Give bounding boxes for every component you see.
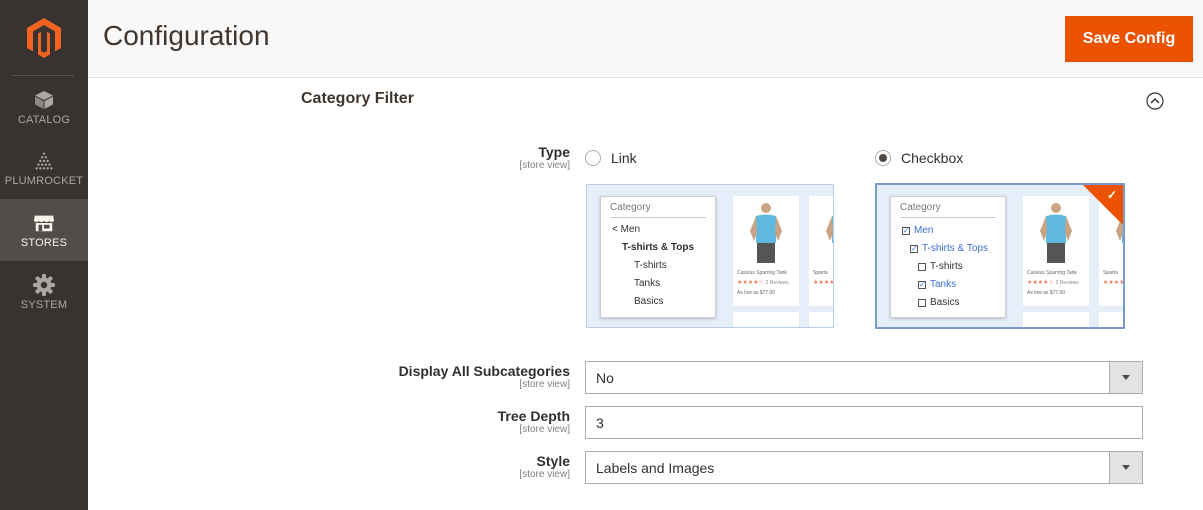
rating-stars: ★★★★☆ 2 Reviews: [1027, 280, 1079, 286]
category-panel: Category ✓ Men ✓ T-shirts & Tops T-shirts …: [890, 196, 1006, 318]
cube-icon: [33, 89, 55, 111]
dropdown-toggle[interactable]: [1109, 362, 1142, 393]
panel-title: Category: [610, 202, 651, 213]
tree-item-men: < Men: [612, 224, 641, 235]
store-icon: [33, 212, 55, 234]
product-card: Sparta ★★★★☆: [809, 196, 834, 306]
checkbox-radio-label: Checkbox: [901, 150, 964, 166]
checkbox-style-preview[interactable]: Category ✓ Men ✓ T-shirts & Tops T-shirts …: [875, 183, 1125, 329]
chevron-up-circle-icon[interactable]: [1146, 92, 1164, 110]
style-label: Style: [536, 453, 570, 469]
tree-item-tshirts: T-shirts: [918, 261, 963, 272]
gear-icon: [33, 273, 55, 296]
sidebar-item-label: CATALOG: [17, 113, 71, 126]
tree-item-basics: Basics: [634, 296, 664, 307]
pyramid-icon: [33, 150, 55, 172]
link-radio[interactable]: [585, 150, 601, 166]
tree-depth-input[interactable]: 3: [585, 406, 1143, 439]
tree-item-tanks: ✓ Tanks: [918, 279, 957, 290]
chevron-down-icon: [1122, 375, 1130, 380]
sidebar-item-catalog[interactable]: CATALOG: [0, 76, 88, 138]
product-card: Cassius Sparring Tank ★★★★☆ 2 Reviews As…: [1023, 196, 1089, 306]
product-price: As low as $77.00: [1027, 290, 1066, 296]
display-all-subcategories-select[interactable]: No: [585, 361, 1143, 394]
sidebar-item-system[interactable]: SYSTEM: [0, 261, 88, 323]
link-radio-label: Link: [611, 150, 637, 166]
type-option-link[interactable]: Link: [585, 150, 637, 166]
checkbox-checked: ✓: [918, 279, 926, 289]
product-image-icon: [826, 215, 833, 243]
selected-corner-badge: [1083, 185, 1123, 225]
sidebar-item-plumrocket[interactable]: PLUMROCKET: [0, 137, 88, 199]
product-card: [733, 312, 799, 327]
product-card: Cassius Sparring Tank ★★★★☆ 2 Reviews As…: [733, 196, 799, 306]
product-name: Cassius Sparring Tank: [1027, 270, 1077, 276]
rating-stars: ★★★★☆: [1103, 280, 1125, 286]
product-name: Cassius Sparring Tank: [737, 270, 787, 276]
magento-logo-icon: [27, 18, 61, 58]
product-card: [809, 312, 833, 327]
rating-stars: ★★★★☆: [813, 280, 834, 286]
product-name: Sparta: [813, 270, 828, 276]
select-value: Labels and Images: [596, 459, 715, 476]
dropdown-toggle[interactable]: [1109, 452, 1142, 483]
page-header: Configuration Save Config: [88, 0, 1203, 78]
checkbox-radio[interactable]: [875, 150, 891, 166]
magento-logo[interactable]: [0, 0, 88, 76]
select-value: No: [596, 369, 614, 386]
type-option-checkbox[interactable]: Checkbox: [875, 150, 963, 166]
tree-depth-scope: [store view]: [519, 424, 570, 435]
product-name: Sparta: [1103, 270, 1118, 276]
sidebar-item-stores[interactable]: STORES: [0, 199, 88, 261]
tree-item-tshirts-tops: T-shirts & Tops: [622, 242, 695, 253]
tree-item-tshirts-tops: ✓ T-shirts & Tops: [910, 243, 988, 254]
sidebar-item-label: SYSTEM: [20, 298, 68, 311]
panel-title: Category: [900, 202, 941, 213]
tree-depth-label: Tree Depth: [497, 408, 570, 424]
category-panel: Category < Men T-shirts & Tops T-shirts …: [600, 196, 716, 318]
checkbox-checked: ✓: [902, 225, 910, 235]
product-image-icon: [1040, 203, 1072, 263]
section-title[interactable]: Category Filter: [301, 90, 414, 108]
display-all-subcategories-label: Display All Subcategories: [398, 363, 570, 379]
tree-item-tshirts: T-shirts: [634, 260, 667, 271]
type-scope: [store view]: [519, 160, 570, 171]
tree-item-tanks: Tanks: [634, 278, 661, 289]
checkbox-checked: ✓: [910, 243, 918, 253]
tree-item-men: ✓ Men: [902, 225, 934, 236]
link-style-preview[interactable]: Category < Men T-shirts & Tops T-shirts …: [586, 184, 834, 328]
panel-divider: [610, 217, 706, 218]
type-label: Type: [538, 144, 570, 160]
style-select[interactable]: Labels and Images: [585, 451, 1143, 484]
admin-sidebar: CATALOG PLUMROCKET STORES SYSTEM: [0, 0, 88, 510]
page-title: Configuration: [103, 20, 270, 51]
check-icon: ✓: [1106, 188, 1117, 202]
checkbox-unchecked: [918, 298, 926, 307]
panel-divider: [900, 217, 996, 218]
product-price: As low as $77.00: [737, 290, 776, 296]
product-card: [1023, 312, 1089, 327]
sidebar-item-label: STORES: [20, 236, 68, 249]
display-all-subcategories-scope: [store view]: [519, 379, 570, 390]
checkbox-unchecked: [918, 262, 926, 271]
tree-item-basics: Basics: [918, 297, 959, 308]
product-image-icon: [750, 203, 782, 263]
rating-stars: ★★★★☆ 2 Reviews: [737, 280, 789, 286]
product-card: [1099, 312, 1123, 327]
style-scope: [store view]: [519, 469, 570, 480]
save-config-button[interactable]: Save Config: [1065, 16, 1193, 62]
reviews-count: 2 Reviews: [765, 280, 789, 286]
chevron-down-icon: [1122, 465, 1130, 470]
sidebar-item-label: PLUMROCKET: [4, 174, 84, 187]
reviews-count: 2 Reviews: [1055, 280, 1079, 286]
